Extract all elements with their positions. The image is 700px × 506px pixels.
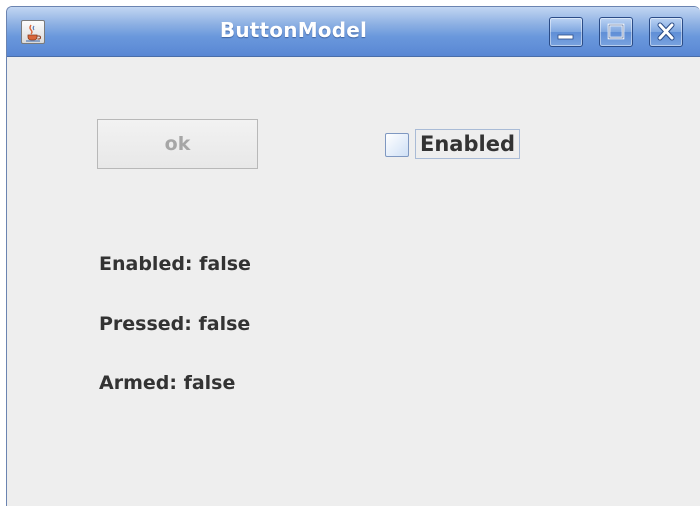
window-title: ButtonModel [219,18,368,42]
maximize-icon [607,23,625,40]
ok-button[interactable]: ok [97,119,258,169]
close-icon [657,22,675,41]
app-window: ButtonModel ok Enabled Enabled: false Pr… [6,6,700,506]
content-panel: ok Enabled Enabled: false Pressed: false… [7,57,700,506]
checkbox-icon[interactable] [385,133,409,157]
enabled-checkbox-label[interactable]: Enabled [415,129,520,159]
pressed-status-label: Pressed: false [99,313,251,335]
armed-status-label: Armed: false [99,372,236,394]
enabled-status-label: Enabled: false [99,253,251,275]
title-bar[interactable]: ButtonModel [7,7,700,57]
minimize-icon [557,34,574,40]
minimize-button[interactable] [549,17,583,47]
close-button[interactable] [649,17,683,47]
maximize-button[interactable] [599,17,633,47]
